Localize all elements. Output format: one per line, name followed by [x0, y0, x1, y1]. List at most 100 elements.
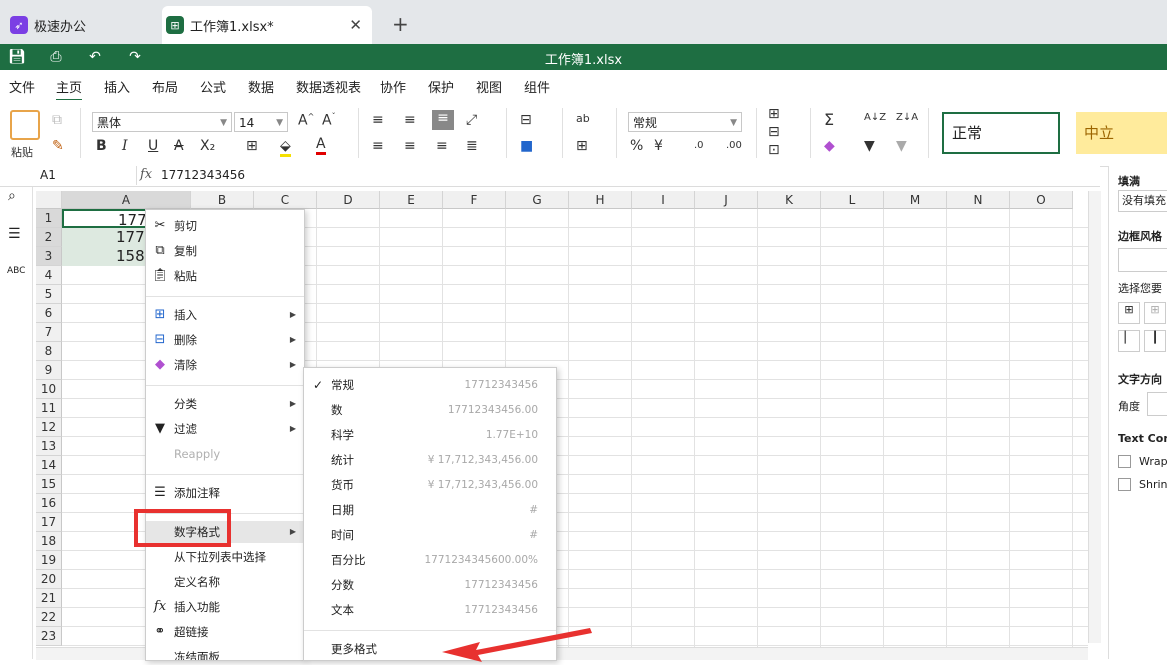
decrease-decimal-icon[interactable]: .0	[694, 140, 704, 151]
insert-cells-icon[interactable]: ⊞	[768, 106, 780, 122]
copy-icon[interactable]: ⧉	[52, 112, 62, 128]
justify-icon[interactable]: ≣	[466, 138, 478, 154]
submenu-item[interactable]: 货币 ¥ 17,712,343,456.00	[304, 473, 556, 497]
sort-desc-icon[interactable]: Z↓A	[896, 112, 918, 123]
border-style-select[interactable]	[1118, 248, 1167, 272]
row-header-6[interactable]: 6	[36, 304, 62, 323]
select-all-corner[interactable]	[36, 191, 62, 209]
vertical-scrollbar[interactable]	[1088, 191, 1101, 643]
row-header-4[interactable]: 4	[36, 266, 62, 285]
menu-item-pick-from-list[interactable]: 从下拉列表中选择	[146, 546, 304, 568]
row-header-18[interactable]: 18	[36, 532, 62, 551]
column-header-L[interactable]: L	[821, 191, 884, 209]
delete-cells-icon[interactable]: ⊟	[768, 124, 780, 140]
text-spacing-icon[interactable]: ab	[576, 112, 590, 125]
submenu-item[interactable]: 时间 #	[304, 523, 556, 547]
strikethrough-icon[interactable]: A	[174, 138, 184, 154]
menu-item-hyperlink[interactable]: ⚭ 超链接	[146, 621, 304, 643]
table-format-icon[interactable]: ⊞	[576, 138, 588, 154]
increase-font-icon[interactable]: A^	[298, 112, 314, 129]
column-header-C[interactable]: C	[254, 191, 317, 209]
row-header-7[interactable]: 7	[36, 323, 62, 342]
comment-icon[interactable]: ☰	[8, 226, 21, 242]
shrink-checkbox[interactable]	[1118, 478, 1131, 491]
wrap-text-icon[interactable]: ⊟	[520, 112, 532, 128]
menu-item-insert-function[interactable]: fx 插入功能	[146, 596, 304, 618]
formula-input[interactable]: 17712343456	[161, 168, 245, 182]
column-header-M[interactable]: M	[884, 191, 947, 209]
column-header-F[interactable]: F	[443, 191, 506, 209]
row-header-3[interactable]: 3	[36, 247, 62, 266]
menu-item-copy[interactable]: ⧉ 复制	[146, 240, 304, 262]
submenu-item[interactable]: 统计 ¥ 17,712,343,456.00	[304, 448, 556, 472]
row-header-5[interactable]: 5	[36, 285, 62, 304]
angle-input[interactable]	[1147, 392, 1167, 416]
paste-icon[interactable]	[10, 110, 40, 140]
currency-icon[interactable]: ¥	[654, 138, 663, 154]
row-header-11[interactable]: 11	[36, 399, 62, 418]
align-right-icon[interactable]: ≡	[436, 138, 448, 154]
decrease-font-icon[interactable]: Aˇ	[322, 112, 336, 129]
sum-icon[interactable]: Σ	[824, 110, 834, 129]
column-header-D[interactable]: D	[317, 191, 380, 209]
menu-item-sort[interactable]: 分类 ▶	[146, 393, 304, 415]
align-top-icon[interactable]: ≡	[372, 112, 384, 128]
border-icon[interactable]: ⊞	[246, 138, 258, 154]
column-header-H[interactable]: H	[569, 191, 632, 209]
underline-icon[interactable]: U	[148, 138, 158, 154]
row-header-23[interactable]: 23	[36, 627, 62, 646]
menu-item-insert[interactable]: ⊞ 插入 ▶	[146, 304, 304, 326]
row-header-20[interactable]: 20	[36, 570, 62, 589]
submenu-item[interactable]: 数 17712343456.00	[304, 398, 556, 422]
align-bottom-icon[interactable]: ≡	[432, 110, 454, 130]
column-header-B[interactable]: B	[191, 191, 254, 209]
font-name-select[interactable]: 黑体 ▼	[92, 112, 232, 132]
row-header-15[interactable]: 15	[36, 475, 62, 494]
filter-icon[interactable]: ▼	[864, 138, 875, 154]
menu-home[interactable]: 主页	[56, 77, 83, 101]
clear-icon[interactable]: ◆	[824, 138, 835, 154]
align-center-icon[interactable]: ≡	[404, 138, 416, 154]
format-cells-icon[interactable]: ⊡	[768, 142, 780, 158]
menu-item-filter[interactable]: ▼ 过滤 ▶	[146, 418, 304, 440]
column-header-N[interactable]: N	[947, 191, 1010, 209]
row-header-19[interactable]: 19	[36, 551, 62, 570]
name-box[interactable]: A1	[36, 166, 137, 185]
submenu-item[interactable]: 科学 1.77E+10	[304, 423, 556, 447]
row-header-10[interactable]: 10	[36, 380, 62, 399]
menu-file[interactable]: 文件	[9, 77, 35, 96]
cell-style-normal[interactable]: 正常	[942, 112, 1060, 154]
row-header-2[interactable]: 2	[36, 228, 62, 247]
row-header-16[interactable]: 16	[36, 494, 62, 513]
menu-item-paste[interactable]: 📋︎ 粘贴	[146, 265, 304, 287]
column-header-O[interactable]: O	[1010, 191, 1073, 209]
row-header-1[interactable]: 1	[36, 209, 62, 228]
bold-icon[interactable]: B	[96, 138, 107, 154]
increase-decimal-icon[interactable]: .00	[726, 140, 742, 151]
column-header-I[interactable]: I	[632, 191, 695, 209]
subscript-icon[interactable]: X₂	[200, 138, 215, 154]
border-center-icon[interactable]: ┃	[1144, 330, 1166, 352]
submenu-item[interactable]: 日期 #	[304, 498, 556, 522]
column-header-J[interactable]: J	[695, 191, 758, 209]
row-header-21[interactable]: 21	[36, 589, 62, 608]
align-left-icon[interactable]: ≡	[372, 138, 384, 154]
menu-collab[interactable]: 协作	[380, 77, 406, 96]
submenu-item[interactable]: 百分比 1771234345600.00%	[304, 548, 556, 572]
row-header-8[interactable]: 8	[36, 342, 62, 361]
tab-document[interactable]: ⊞ 工作簿1.xlsx* ✕	[162, 6, 372, 44]
italic-icon[interactable]: I	[122, 138, 128, 154]
column-header-A[interactable]: A	[62, 191, 191, 209]
row-header-14[interactable]: 14	[36, 456, 62, 475]
menu-formula[interactable]: 公式	[200, 77, 226, 96]
row-header-13[interactable]: 13	[36, 437, 62, 456]
fill-select[interactable]: 没有填充	[1118, 190, 1167, 212]
submenu-item[interactable]: 分数 17712343456	[304, 573, 556, 597]
sort-asc-icon[interactable]: A↓Z	[864, 112, 886, 123]
menu-insert[interactable]: 插入	[104, 77, 130, 96]
close-tab-icon[interactable]: ✕	[349, 16, 362, 34]
menu-item-delete[interactable]: ⊟ 删除 ▶	[146, 329, 304, 351]
text-orientation-icon[interactable]: ⤢	[466, 112, 477, 128]
fill-color-icon[interactable]: ⬙	[280, 138, 291, 157]
row-header-12[interactable]: 12	[36, 418, 62, 437]
